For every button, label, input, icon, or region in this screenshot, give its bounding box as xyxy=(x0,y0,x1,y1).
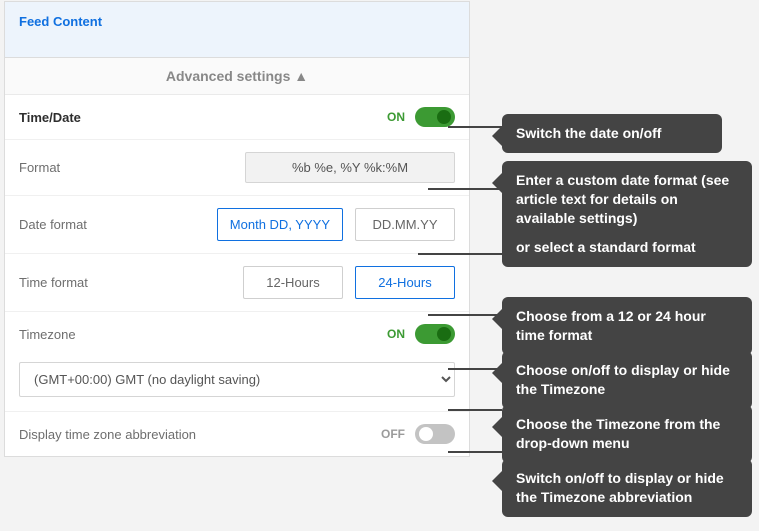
callout-format: Enter a custom date format (see article … xyxy=(502,161,752,267)
timezone-label: Timezone xyxy=(19,327,76,342)
format-label: Format xyxy=(19,160,60,175)
time-format-label: Time format xyxy=(19,275,88,290)
time-format-option-2[interactable]: 24-Hours xyxy=(355,266,455,299)
timezone-toggle[interactable] xyxy=(415,324,455,344)
chevron-up-icon: ▲ xyxy=(294,68,308,84)
row-date-format: Date format Month DD, YYYY DD.MM.YY xyxy=(5,196,469,254)
row-time-format: Time format 12-Hours 24-Hours xyxy=(5,254,469,312)
callout-date-switch: Switch the date on/off xyxy=(502,114,722,153)
callout-timezone-abbrev: Switch on/off to display or hide the Tim… xyxy=(502,459,752,517)
leader-line xyxy=(448,368,502,370)
leader-line xyxy=(418,253,502,255)
callout-timezone-select: Choose the Timezone from the drop-down m… xyxy=(502,405,752,463)
callout-time-format: Choose from a 12 or 24 hour time format xyxy=(502,297,752,355)
format-input[interactable] xyxy=(245,152,455,183)
leader-line xyxy=(448,126,502,128)
row-timezone: Timezone ON xyxy=(5,312,469,356)
timezone-abbrev-toggle[interactable] xyxy=(415,424,455,444)
row-format: Format xyxy=(5,140,469,196)
time-date-state: ON xyxy=(387,110,405,124)
row-timezone-abbrev: Display time zone abbreviation OFF xyxy=(5,412,469,456)
callout-timezone-toggle: Choose on/off to display or hide the Tim… xyxy=(502,351,752,409)
timezone-abbrev-label: Display time zone abbreviation xyxy=(19,427,196,442)
date-format-option-1[interactable]: Month DD, YYYY xyxy=(217,208,343,241)
leader-line xyxy=(448,409,502,411)
row-timezone-select: (GMT+00:00) GMT (no daylight saving) xyxy=(5,356,469,412)
leader-line xyxy=(448,451,502,453)
advanced-settings-toggle[interactable]: Advanced settings ▲ xyxy=(5,58,469,95)
time-date-label: Time/Date xyxy=(19,110,81,125)
timezone-select[interactable]: (GMT+00:00) GMT (no daylight saving) xyxy=(19,362,455,397)
date-format-option-2[interactable]: DD.MM.YY xyxy=(355,208,455,241)
time-date-toggle[interactable] xyxy=(415,107,455,127)
tab-feed-content[interactable]: Feed Content xyxy=(5,2,469,58)
tab-label: Feed Content xyxy=(19,14,102,29)
row-time-date: Time/Date ON xyxy=(5,95,469,140)
timezone-state: ON xyxy=(387,327,405,341)
time-format-option-1[interactable]: 12-Hours xyxy=(243,266,343,299)
date-format-label: Date format xyxy=(19,217,87,232)
leader-line xyxy=(428,188,502,190)
settings-panel: Feed Content Advanced settings ▲ Time/Da… xyxy=(4,1,470,457)
timezone-abbrev-state: OFF xyxy=(381,427,405,441)
leader-line xyxy=(428,314,502,316)
advanced-settings-label: Advanced settings xyxy=(166,68,290,84)
